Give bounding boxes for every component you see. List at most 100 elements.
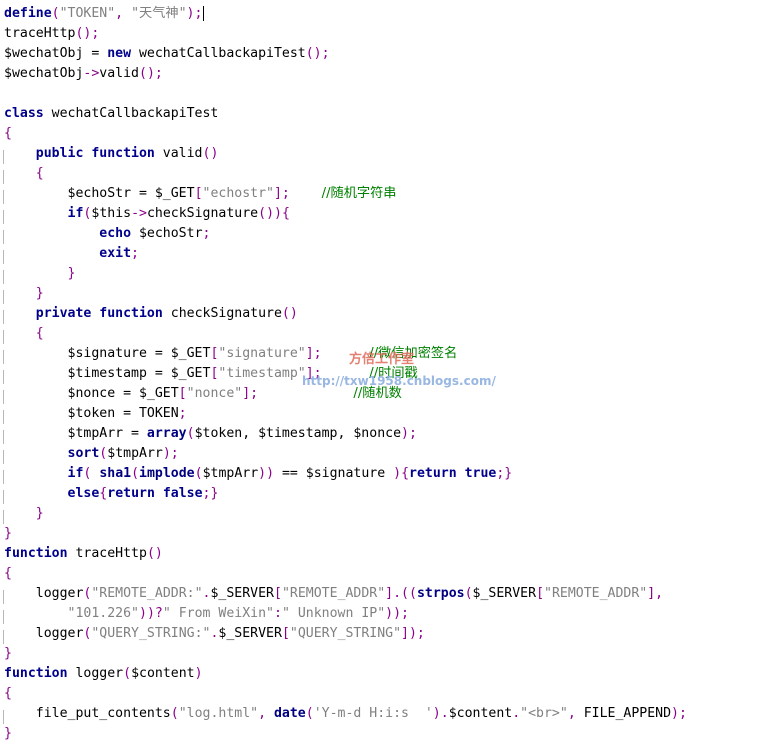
code-line[interactable]: if($this->checkSignature()){: [0, 204, 784, 224]
code-token: $_SERVER: [218, 626, 282, 641]
code-token: }: [35, 506, 44, 521]
code-line[interactable]: $wechatObj->valid();: [0, 64, 784, 84]
code-line[interactable]: [0, 84, 784, 104]
code-line[interactable]: {: [0, 164, 784, 184]
code-token: function: [4, 666, 68, 681]
code-line[interactable]: public function valid(): [0, 144, 784, 164]
code-line[interactable]: {: [0, 564, 784, 584]
code-token: (: [170, 706, 179, 721]
code-line[interactable]: logger("REMOTE_ADDR:".$_SERVER["REMOTE_A…: [0, 584, 784, 604]
indent-guide: [3, 170, 4, 184]
code-line[interactable]: private function checkSignature(): [0, 304, 784, 324]
indent-guide: [3, 210, 4, 224]
code-token: }: [4, 526, 12, 541]
code-token: ));: [385, 606, 409, 621]
code-token: "天气神": [131, 6, 187, 21]
watermark-name: 方倍工作室: [349, 352, 415, 367]
code-token: ){: [393, 466, 410, 481]
code-token: $wechatObj: [4, 66, 84, 81]
code-token: sha1: [99, 466, 132, 481]
code-token: " From WeiXin": [162, 606, 274, 621]
indent-guide: [3, 190, 4, 204]
code-token: $_SERVER: [210, 586, 274, 601]
code-line[interactable]: }: [0, 724, 784, 744]
indent-guide: [3, 390, 4, 404]
code-line[interactable]: }: [0, 524, 784, 544]
code-token: "QUERY_STRING": [289, 626, 402, 641]
indent-guide: [3, 710, 4, 724]
code-line[interactable]: {: [0, 684, 784, 704]
code-line[interactable]: "101.226"))?" From WeiXin":" Unknown IP"…: [0, 604, 784, 624]
code-token: ;: [131, 246, 139, 261]
code-token: "101.226": [67, 606, 139, 621]
code-token: $this: [91, 206, 132, 221]
code-token: "REMOTE_ADDR:": [91, 586, 203, 601]
code-line[interactable]: logger("QUERY_STRING:".$_SERVER["QUERY_S…: [0, 624, 784, 644]
code-token: implode: [139, 466, 195, 481]
code-line[interactable]: }: [0, 504, 784, 524]
code-line[interactable]: function traceHttp(): [0, 544, 784, 564]
code-line[interactable]: exit;: [0, 244, 784, 264]
code-line[interactable]: file_put_contents("log.html", date('Y-m-…: [0, 704, 784, 724]
code-line[interactable]: $tmpArr = array($token, $timestamp, $non…: [0, 424, 784, 444]
code-token: array: [146, 426, 187, 441]
code-line[interactable]: $wechatObj = new wechatCallbackapiTest()…: [0, 44, 784, 64]
code-line[interactable]: sort($tmpArr);: [0, 444, 784, 464]
code-line[interactable]: }: [0, 264, 784, 284]
code-token: return false: [107, 486, 203, 501]
code-token: }: [4, 646, 12, 661]
code-token: ,: [115, 6, 132, 21]
code-line[interactable]: function logger($content): [0, 664, 784, 684]
code-line[interactable]: class wechatCallbackapiTest: [0, 104, 784, 124]
code-token: ;: [202, 226, 211, 241]
indent-guide: [3, 590, 4, 604]
code-token: "signature": [218, 346, 306, 361]
indent-guide: [3, 290, 4, 304]
code-token: [: [178, 386, 187, 401]
code-line[interactable]: define("TOKEN", "天气神");: [0, 4, 784, 24]
code-token: "echostr": [202, 186, 274, 201]
code-line[interactable]: if( sha1(implode($tmpArr)) == $signature…: [0, 464, 784, 484]
code-token: $token = TOKEN: [4, 406, 179, 421]
code-line[interactable]: traceHttp();: [0, 24, 784, 44]
code-line[interactable]: {: [0, 324, 784, 344]
code-token: ,: [567, 706, 584, 721]
code-token: }: [35, 286, 44, 301]
code-line[interactable]: $token = TOKEN;: [0, 404, 784, 424]
code-line[interactable]: {: [0, 124, 784, 144]
code-line[interactable]: $echoStr = $_GET["echostr"]; //随机字符串: [0, 184, 784, 204]
code-token: (: [305, 706, 314, 721]
code-token: ): [194, 666, 203, 681]
indent-guide: [3, 150, 4, 164]
indent-guide: [3, 430, 4, 444]
code-token: );: [186, 6, 203, 21]
code-token: date: [273, 706, 306, 721]
code-line[interactable]: else{return false;}: [0, 484, 784, 504]
code-token: {: [4, 126, 12, 141]
code-line[interactable]: }: [0, 644, 784, 664]
code-token: define: [4, 6, 52, 21]
code-token: $token, $timestamp, $nonce: [194, 426, 402, 441]
code-token: [: [536, 586, 545, 601]
code-token: wechatCallbackapiTest: [43, 106, 219, 121]
code-token: $content: [131, 666, 195, 681]
code-token: ];: [305, 346, 322, 361]
code-token: echo: [99, 226, 132, 241]
code-line[interactable]: echo $echoStr;: [0, 224, 784, 244]
code-token: {: [4, 686, 12, 701]
code-line[interactable]: }: [0, 284, 784, 304]
indent-guide: [3, 610, 4, 624]
code-token: logger: [4, 626, 84, 641]
code-token: checkSignature: [162, 306, 282, 321]
code-token: ,: [258, 706, 274, 721]
code-token: logger: [67, 666, 124, 681]
code-token: ();: [75, 26, 100, 41]
